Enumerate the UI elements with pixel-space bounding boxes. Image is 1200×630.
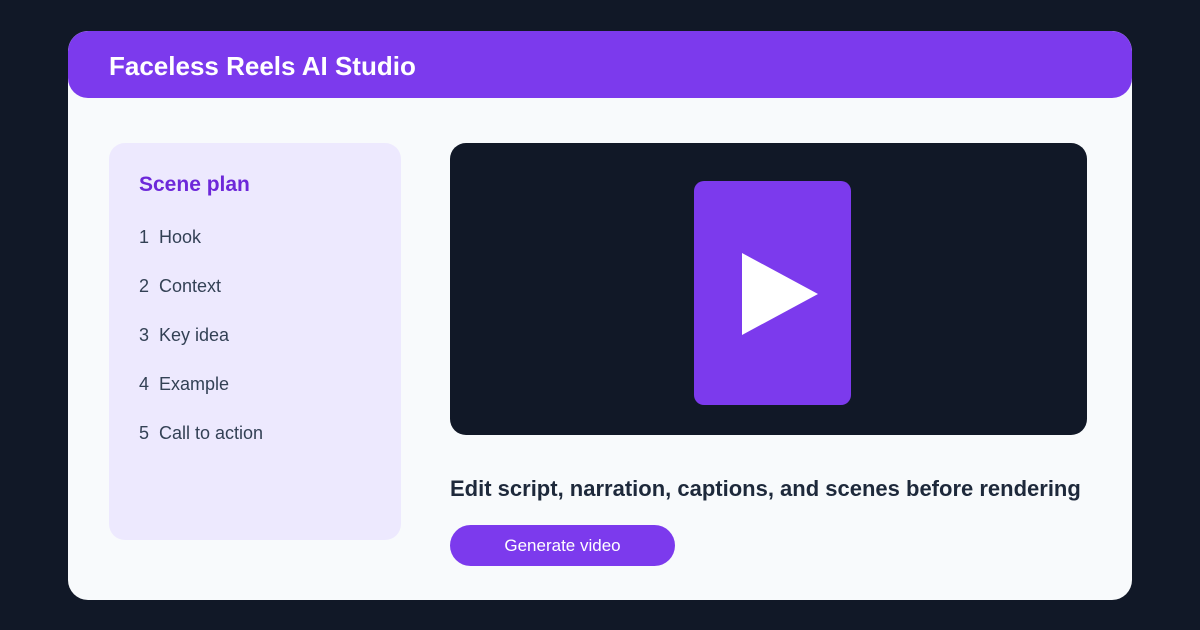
editor-caption: Edit script, narration, captions, and sc… bbox=[450, 476, 1081, 501]
scene-item-call-to-action[interactable]: 5 Call to action bbox=[139, 421, 263, 470]
scene-label: Hook bbox=[159, 227, 202, 247]
studio-card: Faceless Reels AI Studio Scene plan 1 Hoo… bbox=[68, 31, 1132, 600]
scene-item-key-idea[interactable]: 3 Key idea bbox=[139, 323, 263, 372]
generate-video-button[interactable]: Generate video bbox=[450, 525, 675, 566]
video-preview[interactable] bbox=[450, 143, 1087, 435]
scene-label: Key idea bbox=[159, 325, 230, 345]
play-button[interactable] bbox=[694, 181, 851, 405]
scene-number: 4 bbox=[139, 374, 150, 394]
scene-item-example[interactable]: 4 Example bbox=[139, 372, 263, 421]
scene-label: Example bbox=[159, 374, 230, 394]
scene-plan-panel: Scene plan 1 Hook 2 Context 3 Key idea 4 Exa… bbox=[109, 143, 401, 540]
scene-label: Context bbox=[159, 276, 222, 296]
play-icon bbox=[742, 253, 818, 335]
app-header: Faceless Reels AI Studio bbox=[68, 31, 1132, 98]
scene-number: 5 bbox=[139, 423, 150, 443]
scene-number: 1 bbox=[139, 227, 150, 247]
scene-list: 1 Hook 2 Context 3 Key idea 4 Example 5 Call … bbox=[139, 225, 263, 470]
scene-plan-title: Scene plan bbox=[139, 173, 250, 196]
app-title: Faceless Reels AI Studio bbox=[109, 51, 416, 81]
scene-item-hook[interactable]: 1 Hook bbox=[139, 225, 263, 274]
scene-number: 2 bbox=[139, 276, 150, 296]
scene-label: Call to action bbox=[159, 423, 264, 443]
scene-number: 3 bbox=[139, 325, 150, 345]
scene-item-context[interactable]: 2 Context bbox=[139, 274, 263, 323]
